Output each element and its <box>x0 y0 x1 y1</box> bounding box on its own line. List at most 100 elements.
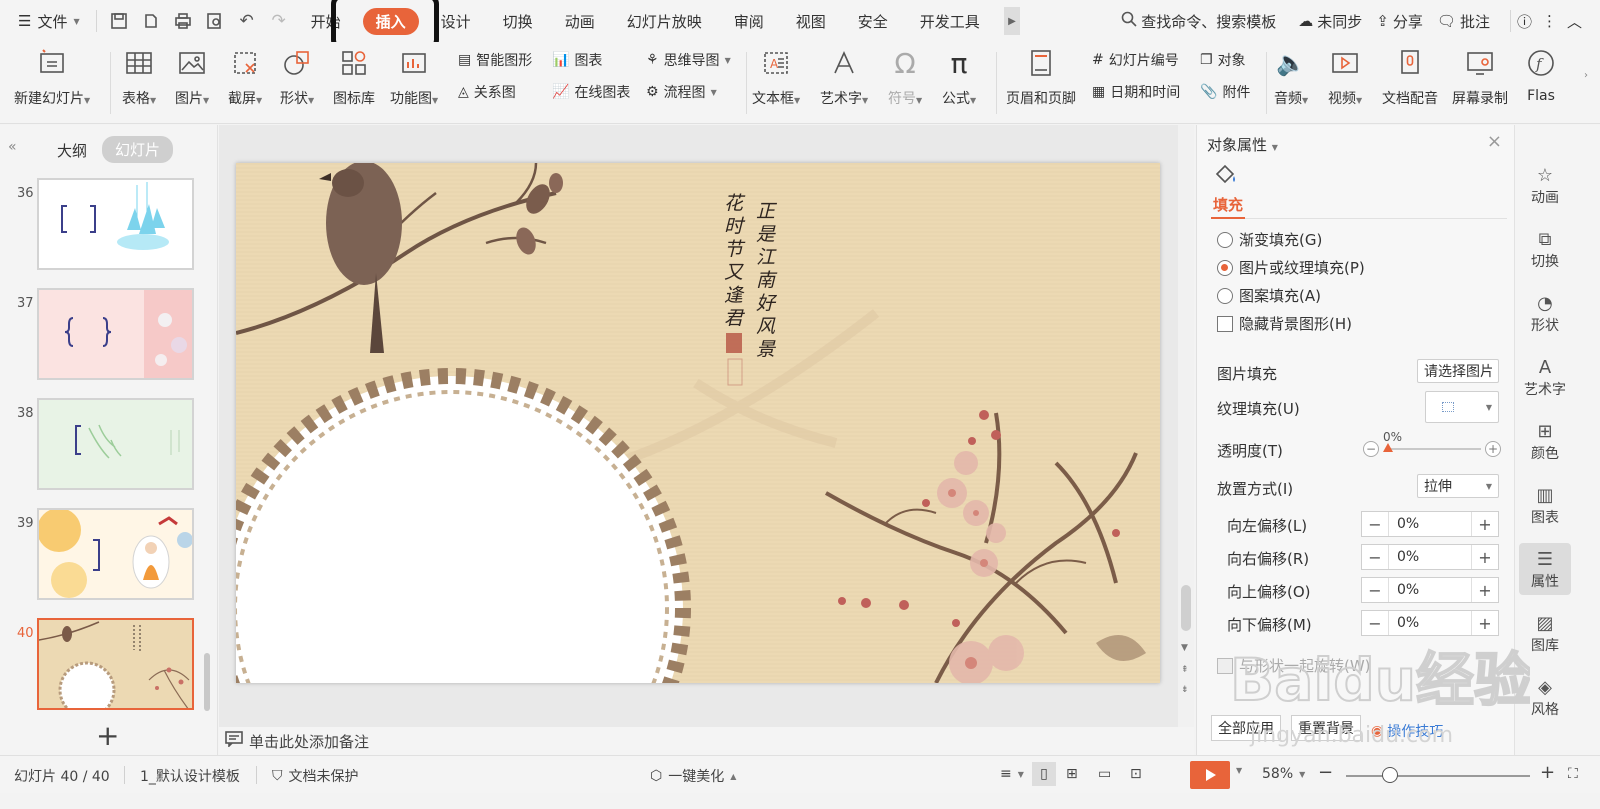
flowchart-button[interactable]: ⚙ 流程图 ▼ <box>646 82 717 102</box>
checkbox-hide-background[interactable]: 隐藏背景图形(H) <box>1217 313 1352 334</box>
normal-view-icon[interactable]: ▯ <box>1032 762 1056 786</box>
notes-bar[interactable]: 单击此处添加备注 <box>219 727 1194 755</box>
sidebar-item-chart[interactable]: ▥ 图表 <box>1519 483 1571 527</box>
file-menu[interactable]: ☰ 文件 ▼ <box>0 0 90 42</box>
icon-library-button[interactable]: 图标库 <box>333 46 375 108</box>
tab-developer[interactable]: 开发工具 <box>904 0 996 42</box>
mind-map-button[interactable]: ⚘ 思维导图 ▼ <box>646 50 731 70</box>
close-icon[interactable]: × <box>1487 131 1502 152</box>
wordart-button[interactable]: 艺术字▼ <box>820 46 868 108</box>
tab-review[interactable]: 审阅 <box>718 0 780 42</box>
placement-dropdown[interactable]: 拉伸 ▼ <box>1417 474 1499 498</box>
header-footer-button[interactable]: 页眉和页脚 <box>1006 46 1076 108</box>
notes-toggle-icon[interactable]: ≡ ▼ <box>1000 766 1024 782</box>
narration-button[interactable]: 文档配音 <box>1382 46 1438 108</box>
object-button[interactable]: ❐ 对象 <box>1200 50 1246 70</box>
offset-bottom-stepper[interactable]: − 0% + <box>1361 610 1499 636</box>
sidebar-item-transition[interactable]: ⧉ 切换 <box>1519 227 1571 271</box>
document-protection[interactable]: ⛉ 文档未保护 <box>272 766 359 786</box>
play-slideshow-button[interactable] <box>1190 761 1230 789</box>
prev-slide-icon[interactable]: ⇞ <box>1181 665 1189 675</box>
screen-record-button[interactable]: 屏幕录制 <box>1452 46 1508 108</box>
slide-sorter-icon[interactable]: ⊞ <box>1066 766 1078 782</box>
audio-button[interactable]: 🔈 音频▼ <box>1274 46 1308 108</box>
beautify-button[interactable]: ⬡ 一键美化 ▲ <box>650 766 736 786</box>
print-icon[interactable] <box>167 0 199 42</box>
transparency-slider[interactable] <box>1387 448 1481 450</box>
datetime-button[interactable]: ▦ 日期和时间 <box>1092 82 1180 102</box>
save-icon[interactable] <box>103 0 135 42</box>
slide-thumbnail-40[interactable]: 40 <box>0 618 218 710</box>
template-name[interactable]: 1_默认设计模板 <box>140 766 240 786</box>
fit-window-icon[interactable]: ⛶ <box>1568 766 1578 782</box>
offset-bottom-value[interactable]: 0% <box>1388 611 1472 635</box>
command-search[interactable]: 查找命令、搜索模板 <box>1121 11 1276 32</box>
transparency-minus-button[interactable]: − <box>1363 441 1379 457</box>
smart-art-button[interactable]: ▤ 智能图形 <box>458 50 532 70</box>
next-slide-icon[interactable]: ⇟ <box>1181 685 1189 695</box>
tab-animation[interactable]: 动画 <box>549 0 611 42</box>
zoom-level[interactable]: 58% ▼ <box>1262 766 1305 782</box>
slide-canvas[interactable]: 正是江南好风景 花时节又逢君 <box>236 163 1160 683</box>
reading-view-icon[interactable]: ▭ <box>1098 766 1111 782</box>
tab-view[interactable]: 视图 <box>780 0 842 42</box>
tab-transition[interactable]: 切换 <box>487 0 549 42</box>
help-icon[interactable]: ⓘ <box>1517 11 1532 32</box>
sidebar-item-properties[interactable]: ☰ 属性 <box>1519 543 1571 595</box>
video-button[interactable]: 视频▼ <box>1328 46 1362 108</box>
scroll-down-icon[interactable]: ▼ <box>1181 643 1188 653</box>
tab-slideshow[interactable]: 幻灯片放映 <box>611 0 718 42</box>
zoom-slider-thumb[interactable] <box>1382 767 1398 783</box>
apply-all-button[interactable]: 全部应用 <box>1211 715 1281 741</box>
offset-right-stepper[interactable]: − 0% + <box>1361 544 1499 570</box>
share-button[interactable]: ⇪ 分享 <box>1376 11 1423 32</box>
plus-icon[interactable]: + <box>1472 614 1498 633</box>
chart-button[interactable]: 📊 图表 <box>552 50 602 70</box>
tab-outline[interactable]: 大纲 <box>57 140 87 161</box>
formula-button[interactable]: π 公式▼ <box>942 46 976 108</box>
slide-number-button[interactable]: # 幻灯片编号 <box>1092 50 1179 70</box>
symbol-button[interactable]: Ω 符号▼ <box>888 46 922 108</box>
choose-picture-button[interactable]: 请选择图片 <box>1417 359 1499 383</box>
radio-pattern-fill[interactable]: 图案填充(A) <box>1217 285 1321 306</box>
ribbon-scroll-right-icon[interactable]: › <box>1584 70 1588 81</box>
sidebar-item-color[interactable]: ⊞ 颜色 <box>1519 419 1571 463</box>
canvas-scrollbar[interactable]: ▼ ⇞ ⇟ <box>1178 125 1194 727</box>
slideshow-options-icon[interactable]: ▼ <box>1236 766 1242 775</box>
sidebar-item-gallery[interactable]: ▨ 图库 <box>1519 611 1571 655</box>
more-icon[interactable]: ⋮ <box>1542 12 1557 30</box>
picture-button[interactable]: 图片▼ <box>175 46 209 108</box>
presenter-view-icon[interactable]: ⊡ <box>1130 766 1142 782</box>
print-preview-icon[interactable] <box>199 0 231 42</box>
reset-background-button[interactable]: 重置背景 <box>1291 715 1361 741</box>
attachment-button[interactable]: 📎 附件 <box>1200 82 1250 102</box>
minus-icon[interactable]: − <box>1362 581 1388 600</box>
slide-thumbnail-39[interactable]: 39 <box>0 508 218 600</box>
slide-thumbnail-38[interactable]: 38 <box>0 398 218 490</box>
sync-button[interactable]: ☁ 未同步 <box>1298 11 1362 32</box>
sidebar-item-animation[interactable]: ☆ 动画 <box>1519 163 1571 207</box>
offset-top-value[interactable]: 0% <box>1388 578 1472 602</box>
texture-dropdown[interactable]: ▼ <box>1425 391 1499 423</box>
zoom-slider[interactable] <box>1346 775 1530 777</box>
tab-scroll-right-button[interactable]: ▶ <box>1004 7 1020 35</box>
relation-chart-button[interactable]: ◬ 关系图 <box>458 82 516 102</box>
offset-right-value[interactable]: 0% <box>1388 545 1472 569</box>
offset-left-value[interactable]: 0% <box>1388 512 1472 536</box>
table-button[interactable]: 表格▼ <box>122 46 156 108</box>
tips-link[interactable]: ◉ 操作技巧 <box>1371 721 1443 741</box>
collapse-panel-icon[interactable]: « <box>8 139 17 155</box>
slide-thumbnail-36[interactable]: 36 <box>0 178 218 270</box>
minus-icon[interactable]: − <box>1362 515 1388 534</box>
canvas-scrollbar-thumb[interactable] <box>1181 585 1191 631</box>
offset-left-stepper[interactable]: − 0% + <box>1361 511 1499 537</box>
sidebar-item-style[interactable]: ◈ 风格 <box>1519 675 1571 719</box>
add-slide-icon[interactable]: + <box>96 719 119 752</box>
textbox-button[interactable]: A 文本框▼ <box>752 46 800 108</box>
transparency-plus-button[interactable]: + <box>1485 441 1501 457</box>
slide-thumbnail-37[interactable]: 37 <box>0 288 218 380</box>
sidebar-item-shape[interactable]: ◔ 形状 <box>1519 291 1571 335</box>
flash-button[interactable]: f Flas <box>1524 46 1558 104</box>
comment-button[interactable]: 🗨 批注 <box>1437 11 1490 32</box>
collapse-ribbon-icon[interactable]: ︿ <box>1567 11 1582 32</box>
